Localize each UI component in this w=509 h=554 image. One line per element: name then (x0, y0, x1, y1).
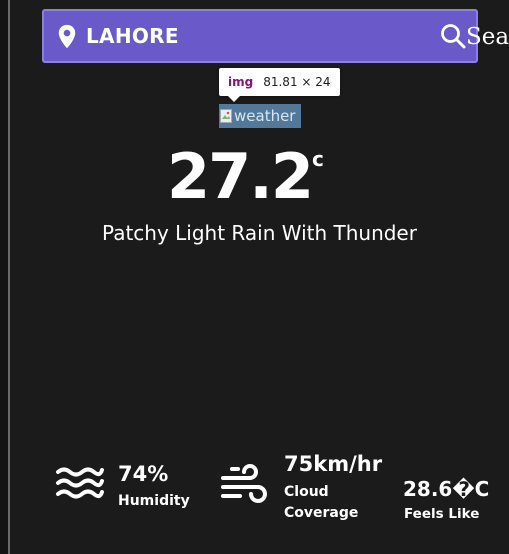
devtools-inspect-tooltip: img 81.81 × 24 (219, 68, 340, 96)
window-left-edge (0, 0, 10, 554)
search-button[interactable]: Search (466, 24, 509, 50)
tooltip-dimensions: 81.81 × 24 (263, 75, 331, 89)
temperature-block: 27.2 (0, 140, 509, 213)
map-pin-icon (58, 24, 76, 49)
weather-condition: Patchy Light Rain With Thunder (102, 221, 417, 245)
humidity-value: 74% (118, 462, 169, 486)
feels-like-label: Feels Like (404, 506, 480, 522)
weather-app-page: { "search": { "city_value": "LAHORE", "b… (0, 0, 509, 554)
weather-image: weather (219, 104, 301, 128)
broken-image-icon (220, 109, 232, 123)
city-search-input[interactable] (86, 21, 426, 51)
viewport: Search img 81.81 × 24 weather 27.2 c Pat… (0, 0, 509, 554)
feels-like-value: 28.6�C (403, 477, 490, 501)
search-icon[interactable] (440, 23, 466, 49)
temperature-unit: c (312, 147, 324, 171)
temperature-value: 27.2 (167, 140, 314, 213)
waves-icon (56, 467, 104, 499)
wind-speed-value: 75km/hr (284, 452, 383, 476)
wind-label: Cloud Coverage (284, 484, 359, 521)
wind-icon (221, 464, 267, 503)
weather-image-alt-text: weather (234, 107, 296, 125)
tooltip-tag-name: img (228, 75, 254, 89)
humidity-label: Humidity (118, 493, 190, 509)
search-bar (42, 9, 478, 63)
tooltip-arrow (227, 95, 241, 102)
